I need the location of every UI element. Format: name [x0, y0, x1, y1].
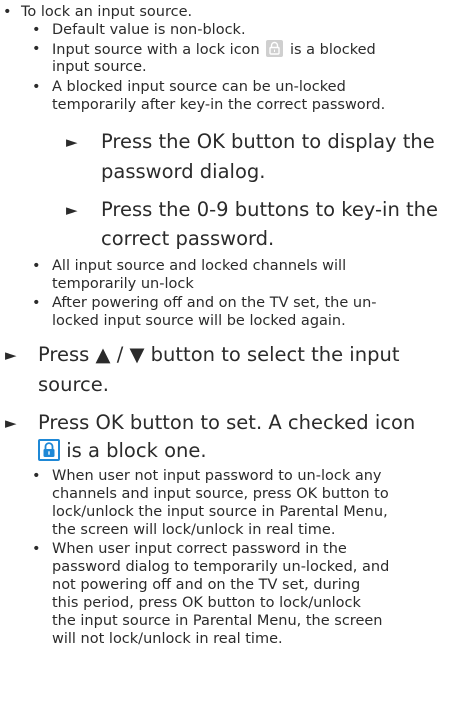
- bullet: •: [3, 4, 12, 20]
- item-text: channels and input source, press OK butt…: [52, 486, 389, 502]
- item-text: Default value is non-block.: [52, 22, 246, 38]
- step-text: Press OK button to set. A checked icon: [38, 411, 416, 434]
- bullet: •: [32, 41, 41, 57]
- padlock-gray-icon: [266, 40, 284, 57]
- step-text: source.: [38, 373, 109, 396]
- item-text: lock/unlock the input source in Parental…: [52, 504, 388, 520]
- item-text: All input source and locked channels wil…: [52, 258, 347, 274]
- item-text: input source.: [52, 59, 147, 75]
- item-text-cont: is a blocked: [289, 42, 376, 58]
- item-text: this period, press OK button to lock/unl…: [52, 595, 361, 611]
- item-text: A blocked input source can be un-locked: [52, 79, 346, 95]
- bullet: •: [32, 22, 41, 38]
- item-text: Input source with a lock icon: [52, 42, 260, 58]
- item-text: will not lock/unlock in real time.: [52, 631, 283, 647]
- item-text: the screen will lock/unlock in real time…: [52, 522, 336, 538]
- item-text: locked input source will be locked again…: [52, 313, 346, 329]
- step-text: Press the OK button to display the: [101, 130, 435, 153]
- step-text: correct password.: [101, 227, 275, 250]
- bullet: •: [32, 541, 41, 557]
- item-text: the input source in Parental Menu, the s…: [52, 613, 383, 629]
- bullet: •: [32, 295, 41, 311]
- item-text: temporarily un-lock: [52, 276, 194, 292]
- arrow-icon: ►: [5, 414, 17, 432]
- step-text: is a block one.: [66, 439, 207, 462]
- item-text: After powering off and on the TV set, th…: [52, 295, 377, 311]
- step-text: password dialog.: [101, 160, 266, 183]
- step-text: Press the 0-9 buttons to key-in the: [101, 198, 439, 221]
- item-text: To lock an input source.: [21, 4, 193, 20]
- item-text: temporarily after key-in the correct pas…: [52, 97, 386, 113]
- item-text: password dialog to temporarily un-locked…: [52, 559, 390, 575]
- item-text: not powering off and on the TV set, duri…: [52, 577, 361, 593]
- arrow-icon: ►: [5, 346, 17, 364]
- bullet: •: [32, 258, 41, 274]
- step-text: Press ▲ / ▼ button to select the input: [38, 343, 400, 366]
- bullet: •: [32, 79, 41, 95]
- item-text: When user not input password to un-lock …: [52, 468, 382, 484]
- arrow-icon: ►: [66, 133, 78, 151]
- padlock-checked-icon: [38, 439, 60, 461]
- arrow-icon: ►: [66, 201, 78, 219]
- item-text: When user input correct password in the: [52, 541, 347, 557]
- bullet: •: [32, 468, 41, 484]
